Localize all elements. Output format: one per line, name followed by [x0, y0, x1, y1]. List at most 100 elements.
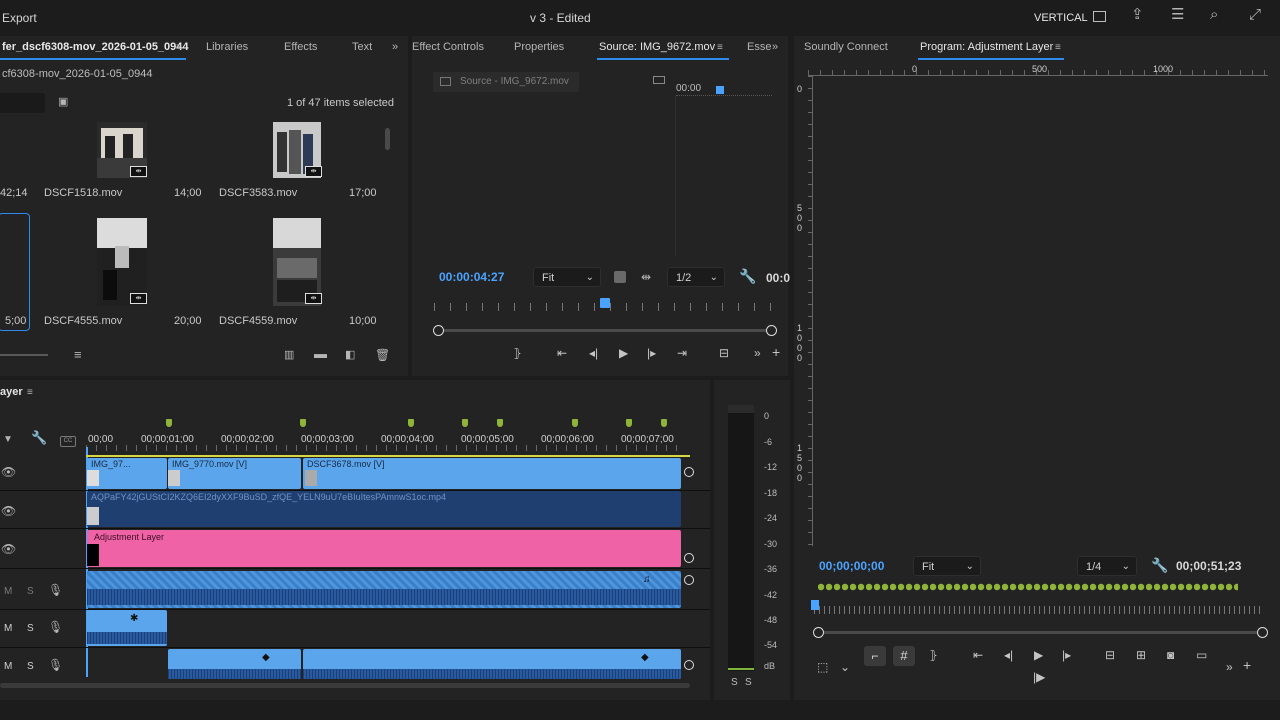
- timeline-marker[interactable]: [462, 419, 468, 427]
- tab-overflow-icon[interactable]: »: [392, 41, 398, 53]
- audio-clip[interactable]: [87, 610, 167, 646]
- export-tab[interactable]: Export: [2, 11, 37, 25]
- tab-program[interactable]: Program: Adjustment Layer: [920, 41, 1053, 53]
- solo-left-button[interactable]: S: [731, 677, 738, 688]
- audio-clip[interactable]: [87, 571, 681, 608]
- source-mini-playhead[interactable]: [716, 86, 724, 94]
- new-item-icon[interactable]: ◧: [345, 349, 355, 361]
- audio-clip[interactable]: [168, 649, 301, 679]
- step-forward-icon[interactable]: |▸: [647, 346, 656, 360]
- audio-clip[interactable]: [303, 649, 681, 679]
- add-marker-icon[interactable]: ▼: [3, 434, 13, 446]
- track-end-handle[interactable]: [684, 575, 694, 585]
- source-res-dropdown[interactable]: 1/2 ⌄: [667, 267, 725, 287]
- mute-button[interactable]: M: [4, 623, 12, 634]
- snap-icon[interactable]: ⌐: [864, 646, 886, 666]
- mute-button[interactable]: M: [4, 661, 12, 672]
- more-buttons-icon[interactable]: »: [754, 346, 761, 360]
- new-bin-icon[interactable]: ▬: [314, 347, 327, 360]
- tab-effects[interactable]: Effects: [284, 41, 317, 53]
- wrench-icon[interactable]: 🔧: [1151, 558, 1168, 572]
- microphone-icon[interactable]: 🎙: [48, 659, 63, 671]
- zoom-bar-handle-right[interactable]: [766, 325, 777, 336]
- more-buttons-icon[interactable]: »: [1226, 660, 1233, 674]
- add-button-icon[interactable]: +: [1243, 657, 1251, 673]
- insert-icon[interactable]: ⇹: [641, 271, 651, 283]
- timeline-marker[interactable]: [497, 419, 503, 427]
- fullscreen-icon[interactable]: ⤢: [1249, 7, 1261, 22]
- adjustment-layer-clip[interactable]: Adjustment Layer: [87, 530, 681, 567]
- tab-menu-icon[interactable]: ≡: [717, 42, 723, 54]
- extract-icon[interactable]: ⊞: [1136, 648, 1146, 662]
- captions-icon[interactable]: CC: [60, 436, 76, 447]
- program-res-dropdown[interactable]: 1/4 ⌄: [1077, 556, 1137, 576]
- eye-icon[interactable]: 👁: [1, 505, 16, 517]
- safe-margins-icon[interactable]: ⬚: [817, 660, 828, 674]
- sort-icon[interactable]: ≡: [74, 348, 82, 361]
- new-search-bin-icon[interactable]: ▣: [58, 96, 68, 108]
- tab-source[interactable]: Source: IMG_9672.mov: [599, 41, 715, 53]
- tab-properties[interactable]: Properties: [514, 41, 564, 53]
- play-icon[interactable]: ▶: [619, 346, 628, 360]
- share-icon[interactable]: ⇪: [1131, 7, 1144, 22]
- export-frame-icon[interactable]: [614, 271, 626, 283]
- tab-project[interactable]: fer_dscf6308-mov_2026-01-05_0944: [2, 41, 189, 53]
- tab-text[interactable]: Text: [352, 41, 372, 53]
- solo-button[interactable]: S: [27, 623, 34, 634]
- insert-clip-icon[interactable]: ⊟: [719, 346, 729, 360]
- compare-icon[interactable]: ▭: [1196, 648, 1207, 662]
- program-timecode[interactable]: 00;00;00;00: [819, 559, 884, 573]
- step-back-icon[interactable]: ◂|: [589, 346, 598, 360]
- timeline-marker[interactable]: [408, 419, 414, 427]
- microphone-icon[interactable]: 🎙: [48, 584, 63, 596]
- source-zoom-bar[interactable]: [437, 329, 773, 332]
- workspace-label[interactable]: VERTICAL: [1034, 12, 1088, 24]
- menu-icon[interactable]: ☰: [1171, 7, 1184, 22]
- project-scrollbar[interactable]: [385, 128, 390, 150]
- eye-icon[interactable]: 👁: [1, 543, 16, 555]
- tab-menu-icon[interactable]: ≡: [27, 387, 33, 399]
- grid-icon[interactable]: #: [893, 646, 915, 666]
- trash-icon[interactable]: 🗑: [375, 349, 390, 361]
- search-input[interactable]: [0, 93, 45, 113]
- play-icon[interactable]: ▶: [1034, 648, 1043, 662]
- zoom-slider[interactable]: [0, 354, 48, 356]
- microphone-icon[interactable]: 🎙: [48, 621, 63, 633]
- eye-icon[interactable]: 👁: [1, 466, 16, 478]
- panel-layout-icon[interactable]: [1093, 11, 1106, 22]
- step-forward-icon[interactable]: |▸: [1062, 648, 1071, 662]
- automate-sequence-icon[interactable]: ▥: [284, 349, 294, 361]
- tab-soundly[interactable]: Soundly Connect: [804, 41, 888, 53]
- timeline-marker[interactable]: [166, 419, 172, 427]
- source-playhead[interactable]: [600, 298, 610, 308]
- video-clip[interactable]: IMG_9770.mov [V]: [168, 458, 301, 489]
- mark-out-icon[interactable]: ⦄: [929, 648, 938, 662]
- go-to-in-icon[interactable]: ⇤: [973, 648, 983, 662]
- program-zoom-bar[interactable]: [818, 631, 1262, 634]
- lift-icon[interactable]: ⊟: [1105, 648, 1115, 662]
- tab-effect-controls[interactable]: Effect Controls: [412, 41, 484, 53]
- zoom-bar-handle-left[interactable]: [433, 325, 444, 336]
- chevron-down-icon[interactable]: ⌄: [840, 660, 850, 674]
- go-to-out-icon[interactable]: ⇥: [677, 346, 687, 360]
- source-fit-dropdown[interactable]: Fit ⌄: [533, 267, 601, 287]
- video-clip[interactable]: IMG_97...: [87, 458, 167, 489]
- zoom-bar-handle-right[interactable]: [1257, 627, 1268, 638]
- tab-overflow-icon[interactable]: »: [772, 41, 778, 53]
- video-clip[interactable]: AQPaFY42jGUStCI2KZQ6EI2dyXXF9BuSD_zfQE_Y…: [87, 491, 681, 527]
- solo-button[interactable]: S: [27, 586, 34, 597]
- add-button-icon[interactable]: +: [772, 344, 780, 360]
- solo-right-button[interactable]: S: [745, 677, 752, 688]
- track-end-handle[interactable]: [684, 467, 694, 477]
- timeline-scrollbar[interactable]: [0, 683, 690, 688]
- selected-media-item[interactable]: [0, 213, 30, 331]
- zoom-icon[interactable]: ⌕: [1210, 7, 1218, 22]
- play-in-to-out-icon[interactable]: |▶: [1033, 670, 1045, 684]
- timeline-marker[interactable]: [626, 419, 632, 427]
- timeline-marker[interactable]: [572, 419, 578, 427]
- tab-menu-icon[interactable]: ≡: [1055, 42, 1061, 54]
- source-settings-icon[interactable]: [653, 76, 665, 84]
- tab-menu-icon[interactable]: ≡: [176, 42, 182, 54]
- mark-out-icon[interactable]: ⦄: [513, 346, 522, 360]
- timeline-marker[interactable]: [300, 419, 306, 427]
